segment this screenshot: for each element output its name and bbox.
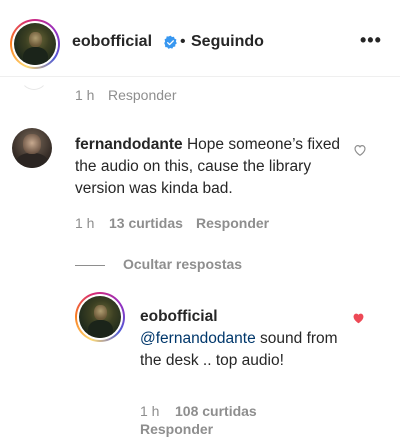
previous-comment-avatar (20, 62, 48, 90)
reply-time: 1 h (140, 403, 160, 419)
following-button[interactable]: Seguindo (191, 33, 264, 51)
reply-avatar[interactable] (75, 292, 125, 342)
previous-comment-time: 1 h (75, 87, 95, 103)
hide-replies-button[interactable]: Ocultar respostas (123, 256, 242, 272)
verified-badge-icon (164, 35, 177, 49)
header-divider (0, 76, 400, 77)
comment-body: fernandodante Hope someone’s fixed the a… (75, 134, 345, 200)
comment-reply-button[interactable]: Responder (196, 215, 269, 231)
reply-body: eobofficial @fernandodante sound from th… (140, 306, 340, 372)
replies-toggle-line (75, 265, 105, 266)
reply-likes-count[interactable]: 108 curtidas (175, 403, 257, 419)
post-header: eobofficial • Seguindo ••• (0, 0, 400, 80)
reply-reply-button[interactable]: Responder (140, 421, 213, 437)
previous-comment-reply-button[interactable]: Responder (108, 87, 177, 103)
header-username[interactable]: eobofficial (72, 33, 152, 51)
reply-username[interactable]: eobofficial (140, 308, 218, 325)
comment-username[interactable]: fernandodante (75, 136, 183, 153)
reply-like-heart-icon[interactable] (351, 311, 366, 325)
comment-like-heart-icon[interactable] (353, 143, 367, 157)
reply-mention-link[interactable]: @fernandodante (140, 330, 256, 347)
comment-likes-count[interactable]: 13 curtidas (109, 215, 183, 231)
comment-avatar[interactable] (12, 128, 52, 168)
more-options-icon[interactable]: ••• (360, 30, 382, 51)
comment-time: 1 h (75, 215, 95, 231)
header-separator: • (180, 33, 186, 50)
